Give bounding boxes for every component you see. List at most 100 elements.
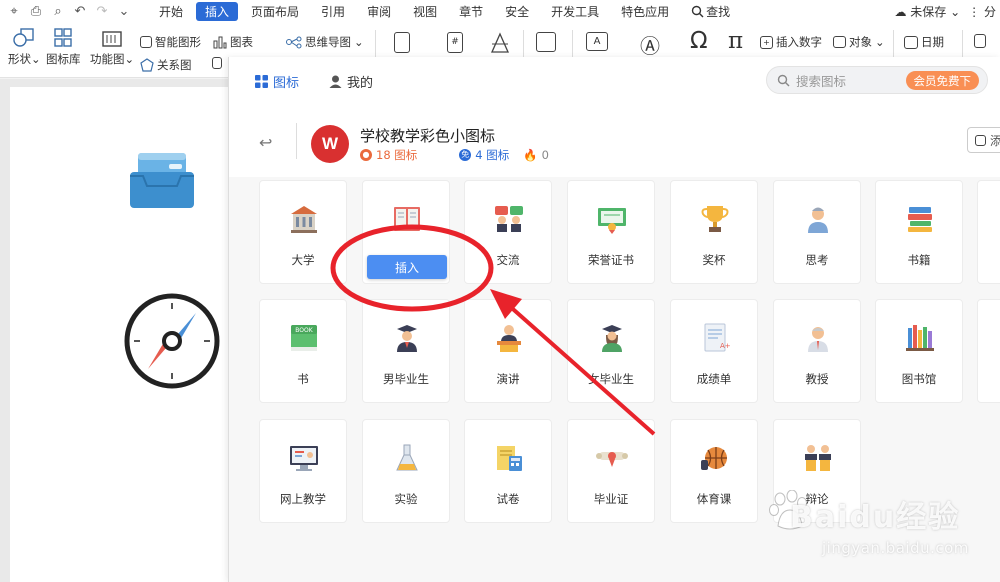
page-number-icon[interactable]: # [447,32,463,53]
icon-card-label: 网上教学 [280,492,326,506]
icon-card-online-teaching[interactable]: 网上教学 [259,419,347,523]
dropdown-icon[interactable]: ⌄ [116,4,132,19]
tab-mine[interactable]: 我的 [329,72,373,91]
calendar-icon [904,35,918,49]
icon-card-thinking[interactable]: 思考 [773,180,861,284]
icon-card-label: 大学 [291,253,315,267]
unsaved-status[interactable]: ☁ 未保存 ⌄ [894,3,960,20]
watermark-icon[interactable] [490,32,510,54]
more-graphics-icon[interactable] [212,57,222,69]
format-painter-icon[interactable]: ⌖ [6,4,22,19]
icon-card-professor[interactable]: 教授 [773,299,861,403]
symbol-icon[interactable]: Ω [690,28,708,54]
tab-page-layout[interactable]: 页面布局 [242,2,308,21]
icon-card-male-graduate[interactable]: 男毕业生 [362,299,450,403]
tab-special-apps[interactable]: 特色应用 [612,2,678,21]
icon-card-exam-paper[interactable]: 试卷 [464,419,552,523]
tab-security[interactable]: 安全 [496,2,538,21]
undo-icon[interactable]: ↶ [72,4,88,19]
smart-art-button[interactable]: 智能图形 [140,34,201,50]
debate-icon [805,445,831,471]
chart-button[interactable]: 图表 [213,34,253,50]
insert-number-button[interactable]: + 插入数字 [760,34,822,50]
compass-icon[interactable] [123,292,221,390]
text-box-icon[interactable]: A [586,32,608,51]
wps-logo: W [311,125,349,163]
tab-icons[interactable]: 图标 [255,72,299,91]
shape-button[interactable]: 形状⌄ [8,28,41,67]
icon-card-books[interactable]: 书籍 [875,180,963,284]
mind-map-button[interactable]: 思维导图 ⌄ [286,34,364,50]
icon-card-label: 实验 [394,492,418,506]
icon-card-label: 体育课 [696,492,732,506]
mind-map-icon [286,36,302,48]
baidu-watermark-brand: Baidu经验 [790,500,961,535]
icon-card-certificate[interactable]: 荣誉证书 [567,180,655,284]
icon-library-button[interactable]: 图标库 [46,28,81,67]
icon-card-book[interactable]: BOOK 书 [259,299,347,403]
svg-text:BOOK: BOOK [295,327,313,334]
panel-toggle-icon [975,134,986,146]
icon-count-stat: ● 18 图标 [360,147,417,163]
free-badge-icon: 免 [459,149,472,161]
document-area [0,79,228,582]
tab-review[interactable]: 审阅 [358,2,400,21]
art-text-icon[interactable]: Ⓐ [640,30,660,59]
male-graduate-icon [397,325,417,352]
icon-card-speech[interactable]: 演讲 [464,299,552,403]
document-page[interactable] [10,87,228,582]
share-button[interactable]: ⋮ 分 [968,3,996,20]
formula-icon[interactable]: π [728,28,743,54]
relation-chart-button[interactable]: 关系图 [140,57,192,73]
icon-card-communication[interactable]: 交流 [464,180,552,284]
comment-icon[interactable] [536,32,556,52]
female-graduate-icon [602,325,622,352]
tab-developer[interactable]: 开发工具 [542,2,608,21]
attachment-icon[interactable] [974,34,986,48]
icon-card-university[interactable]: 大学 [259,180,347,284]
icon-card-book-open[interactable]: 插入 [362,180,450,284]
insert-button[interactable]: 插入 [367,255,447,279]
tab-references[interactable]: 引用 [312,2,354,21]
library-icon [906,325,934,351]
diploma-icon [596,452,628,467]
menu-bar: ⌖ ⎙ ⌕ ↶ ↷ ⌄ 开始 插入 页面布局 引用 审阅 视图 章节 安全 开发… [0,0,1000,22]
icon-card-transcript[interactable]: A+ 成绩单 [670,299,758,403]
search-icon [777,74,790,86]
date-button[interactable]: 日期 [904,34,944,50]
redo-icon[interactable]: ↷ [94,4,110,19]
icon-search-input[interactable]: 搜索图标 会员免费下 [766,66,988,94]
thinking-icon [808,207,828,233]
icon-card-female-graduate[interactable]: 女毕业生 [567,299,655,403]
vip-free-download-button[interactable]: 会员免费下 [905,71,979,90]
add-button[interactable]: 添 [967,127,1000,153]
object-button[interactable]: 对象 ⌄ [833,34,885,50]
print-icon[interactable]: ⎙ [28,4,44,19]
icon-card-diploma[interactable]: 毕业证 [567,419,655,523]
icon-card-library[interactable]: 图书馆 [875,299,963,403]
user-icon [329,75,342,88]
cover-page-icon[interactable] [394,32,410,53]
object-icon [833,36,846,48]
book-icon: BOOK [291,325,317,351]
tab-home[interactable]: 开始 [150,2,192,21]
icon-card-label: 书 [297,372,309,386]
inbox-tray-icon[interactable] [129,150,195,210]
icon-card-trophy[interactable]: 奖杯 [670,180,758,284]
print-preview-icon[interactable]: ⌕ [50,4,66,19]
tab-mine-label: 我的 [347,76,374,91]
tab-view[interactable]: 视图 [404,2,446,21]
communication-icon [495,206,523,232]
tab-insert[interactable]: 插入 [196,1,239,21]
icon-card-partial[interactable] [977,299,1000,403]
function-chart-button[interactable]: 功能图⌄ [90,28,134,67]
tab-chapter[interactable]: 章节 [450,2,492,21]
find-button[interactable]: 查找 [682,2,739,21]
icon-card-label: 教授 [805,372,829,386]
mind-map-label: 思维导图 [305,35,351,49]
icon-card-partial[interactable] [977,180,1000,284]
icon-card-experiment[interactable]: 实验 [362,419,450,523]
shape-label: 形状 [8,52,31,66]
back-icon[interactable]: ↩ [259,133,272,152]
icon-card-sports-class[interactable]: 体育课 [670,419,758,523]
